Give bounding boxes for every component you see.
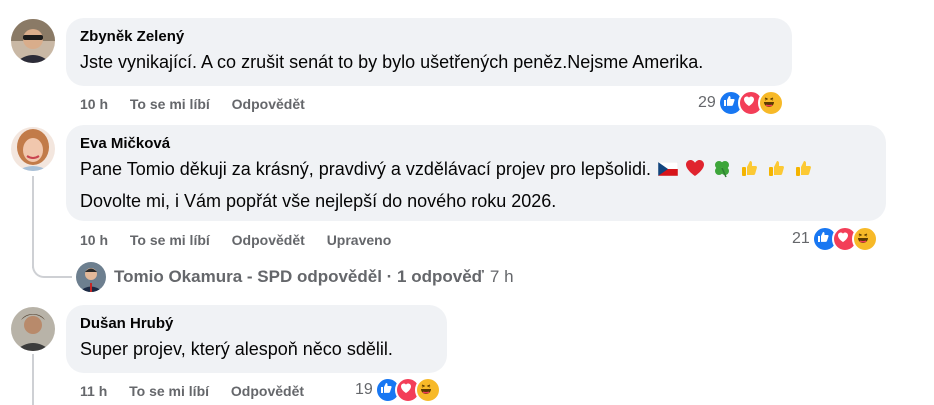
comment-text-line1: Pane Tomio děkuji za krásný, pravdivý a … — [80, 159, 651, 179]
comment-text-line2: Dovolte mi, i Vám popřát vše nejlepší do… — [80, 191, 557, 211]
avatar[interactable] — [11, 19, 55, 63]
reply-summary-text[interactable]: Tomio Okamura - SPD odpověděl · 1 odpově… — [114, 267, 484, 287]
avatar[interactable] — [11, 127, 55, 171]
thumbs-up-icon — [793, 156, 813, 186]
reaction-summary[interactable]: 29 — [698, 90, 784, 116]
red-heart-icon — [685, 156, 705, 186]
comment-author[interactable]: Dušan Hrubý — [80, 314, 433, 334]
thread-line — [32, 354, 34, 405]
haha-reaction-icon — [851, 226, 878, 252]
haha-reaction-icon — [414, 377, 441, 403]
thread-line — [32, 176, 34, 268]
reaction-count: 21 — [792, 230, 810, 247]
haha-reaction-icon — [757, 90, 784, 116]
comment-actions: 10 h To se mi líbí Odpovědět — [80, 95, 323, 113]
comment-time[interactable]: 10 h — [80, 232, 108, 248]
like-button[interactable]: To se mi líbí — [129, 383, 209, 399]
thumbs-up-icon — [739, 156, 759, 186]
comment-actions: 11 h To se mi líbí Odpovědět — [80, 382, 322, 400]
comment-bubble: Dušan Hrubý Super projev, který alespoň … — [66, 305, 447, 373]
like-button[interactable]: To se mi líbí — [130, 232, 210, 248]
edited-label[interactable]: Upraveno — [327, 232, 392, 248]
reply-button[interactable]: Odpovědět — [231, 383, 304, 399]
reply-button[interactable]: Odpovědět — [232, 232, 305, 248]
avatar — [76, 262, 106, 292]
four-leaf-clover-icon — [712, 156, 732, 186]
comment-text: Pane Tomio děkuji za krásný, pravdivý a … — [80, 154, 872, 186]
reply-summary-time: 7 h — [489, 267, 514, 286]
comment-author[interactable]: Eva Mičková — [80, 134, 872, 154]
comment-bubble: Zbyněk Zelený Jste vynikající. A co zruš… — [66, 18, 792, 86]
comment-author[interactable]: Zbyněk Zelený — [80, 27, 778, 47]
view-replies-link[interactable]: Tomio Okamura - SPD odpověděl · 1 odpově… — [76, 262, 514, 292]
czech-flag-icon — [657, 156, 679, 186]
comment-actions: 10 h To se mi líbí Odpovědět Upraveno — [80, 231, 409, 249]
reaction-count: 29 — [698, 94, 716, 111]
thumbs-up-icon — [766, 156, 786, 186]
comment-text: Super projev, který alespoň něco sdělil. — [80, 339, 393, 359]
comment-text: Jste vynikající. A co zrušit senát to by… — [80, 52, 704, 72]
avatar[interactable] — [11, 307, 55, 351]
thread-curve — [32, 262, 72, 278]
comment-bubble: Eva Mičková Pane Tomio děkuji za krásný,… — [66, 125, 886, 221]
reply-button[interactable]: Odpovědět — [232, 96, 305, 112]
comment-time[interactable]: 10 h — [80, 96, 108, 112]
reaction-summary[interactable]: 19 — [355, 377, 441, 403]
comment-time[interactable]: 11 h — [80, 383, 107, 399]
like-button[interactable]: To se mi líbí — [130, 96, 210, 112]
reaction-count: 19 — [355, 381, 373, 398]
reaction-summary[interactable]: 21 — [792, 226, 878, 252]
